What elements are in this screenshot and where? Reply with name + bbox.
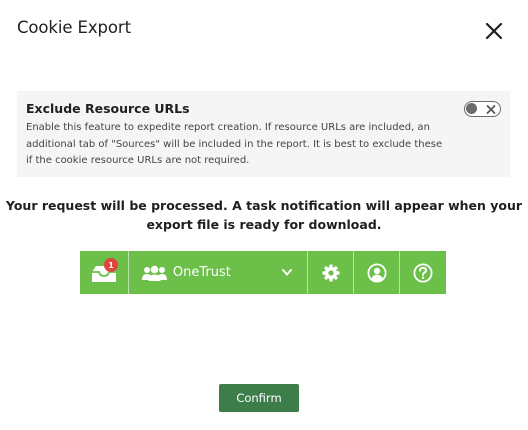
users-icon	[141, 265, 167, 281]
close-button[interactable]	[482, 19, 506, 43]
exclude-resource-urls-toggle[interactable]	[464, 101, 501, 117]
org-name: OneTrust	[172, 265, 231, 280]
processing-message: Your request will be processed. A task n…	[5, 198, 523, 232]
settings-segment	[308, 251, 355, 294]
close-icon	[485, 22, 503, 40]
chevron-down-icon	[282, 269, 293, 276]
exclude-resource-urls-title: Exclude Resource URLs	[26, 101, 190, 116]
confirm-button[interactable]: Confirm	[219, 384, 299, 412]
toggle-knob	[466, 103, 477, 114]
inbox-segment: 1	[80, 251, 129, 294]
user-circle-icon	[367, 262, 387, 283]
exclude-resource-urls-description: Enable this feature to expedite report c…	[26, 122, 443, 166]
help-segment	[400, 251, 446, 294]
exclude-resource-urls-panel: Exclude Resource URLs Enable this featur…	[17, 91, 510, 177]
profile-segment	[354, 251, 401, 294]
gear-icon	[322, 264, 340, 281]
toggle-off-icon	[486, 104, 496, 114]
org-selector: OneTrust	[129, 251, 309, 294]
inbox-badge: 1	[104, 258, 118, 272]
notification-preview-bar: 1 OneTrust	[80, 251, 446, 294]
help-icon	[413, 262, 433, 283]
modal-title: Cookie Export	[17, 18, 131, 37]
